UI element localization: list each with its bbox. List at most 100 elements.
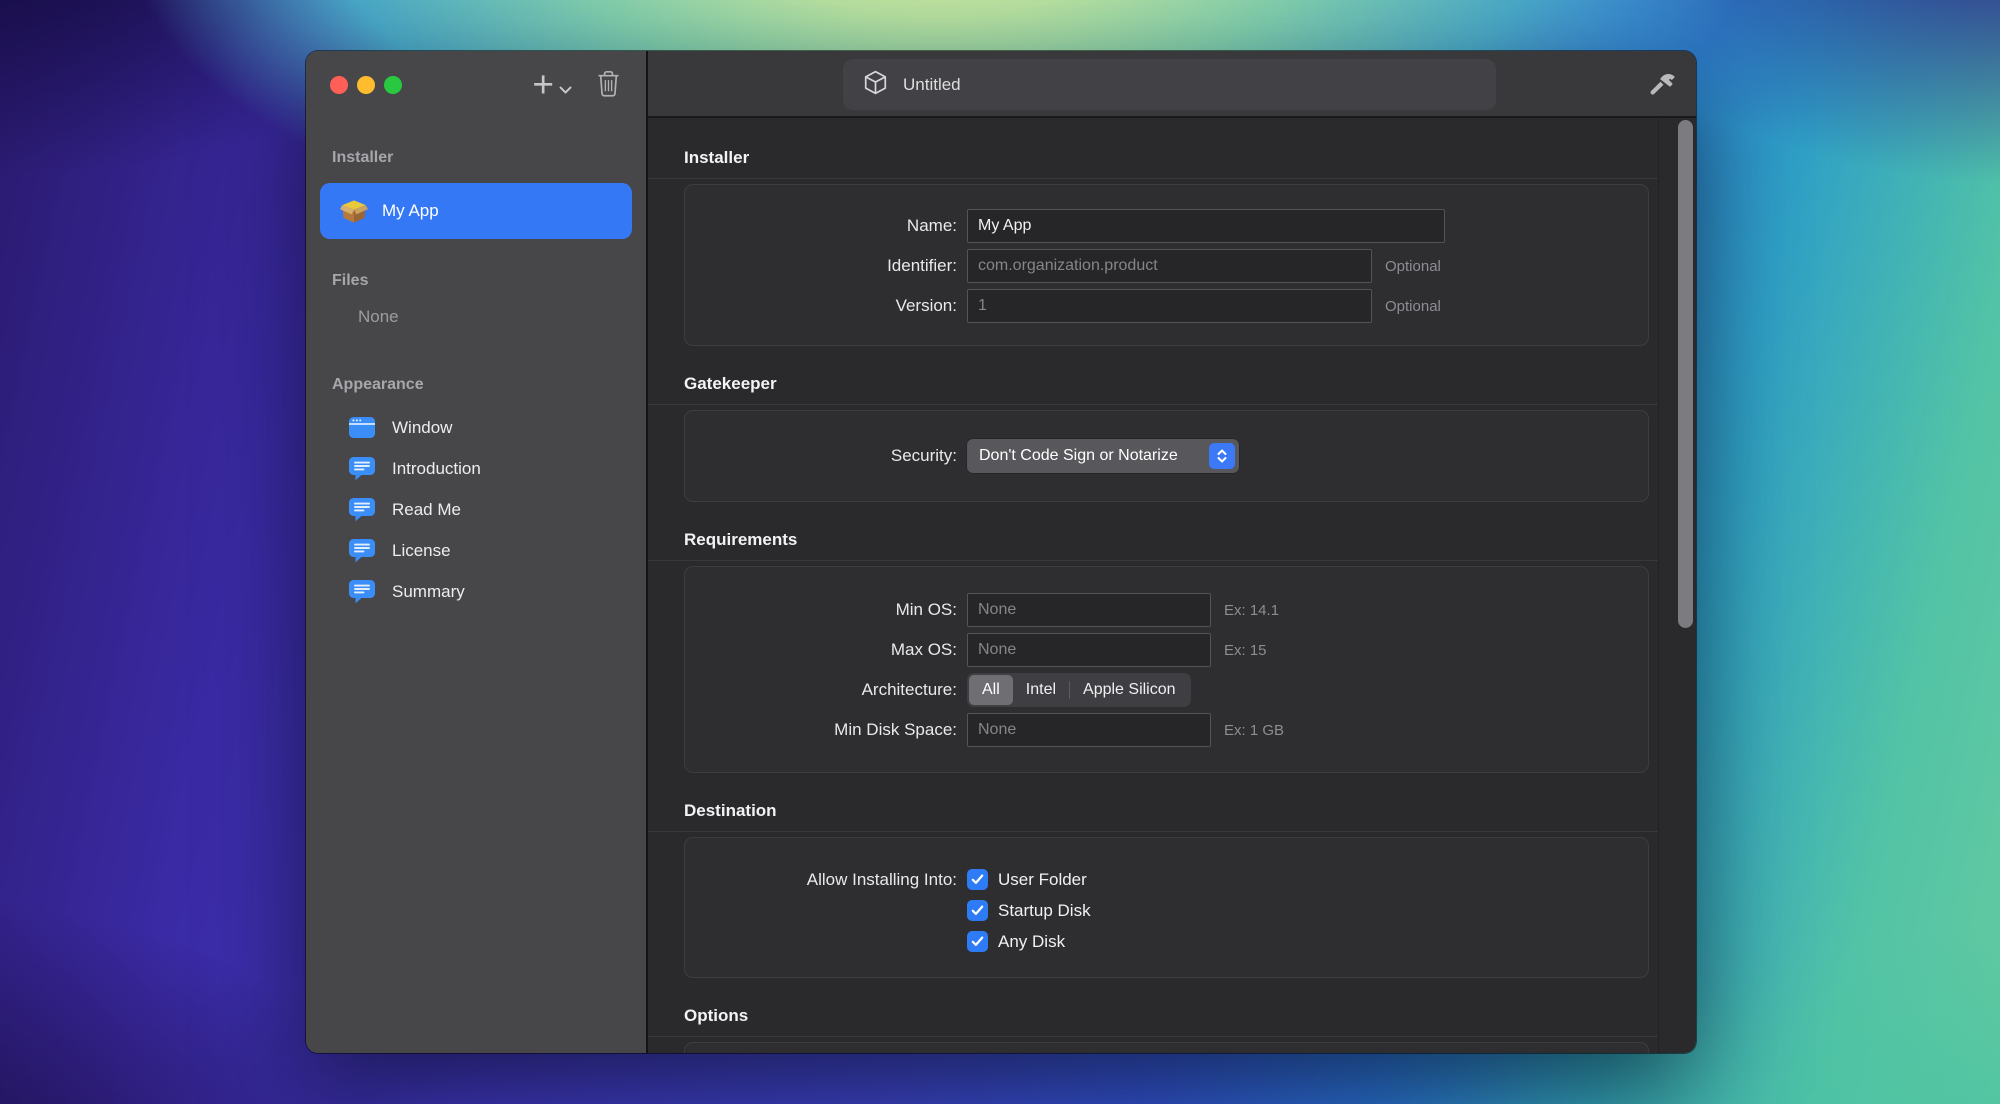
requirements-card: Min OS: Ex: 14.1 Max OS: Ex: 15	[684, 566, 1649, 773]
version-input[interactable]	[967, 289, 1372, 323]
plus-icon: +	[532, 71, 554, 99]
section-header-gatekeeper: Gatekeeper	[648, 346, 1658, 405]
sidebar-toolbar: +	[306, 51, 646, 118]
version-label: Version:	[685, 296, 957, 316]
any-disk-row: Any Disk	[685, 926, 1648, 957]
version-row: Version: Optional	[685, 286, 1648, 326]
user-folder-row: Allow Installing Into: User Folder	[685, 864, 1648, 895]
name-row: Name:	[685, 206, 1648, 246]
title-toolbar: Untitled	[648, 51, 1696, 118]
window-icon	[348, 416, 376, 439]
hammer-icon	[1645, 66, 1679, 103]
security-row: Security: Don't Code Sign or Notarize	[685, 438, 1648, 474]
document-title-field[interactable]: Untitled	[843, 59, 1496, 110]
sidebar-section-appearance-header: Appearance	[306, 375, 646, 395]
checkmark-icon	[971, 874, 984, 885]
popup-chevrons-icon	[1209, 443, 1235, 469]
sidebar-files-empty: None	[306, 307, 646, 329]
architecture-segmented-control: All Intel Apple Silicon	[967, 673, 1191, 707]
desktop-wallpaper: +	[0, 0, 2000, 1104]
traffic-lights	[330, 76, 402, 94]
user-folder-checkbox[interactable]	[967, 869, 988, 890]
package-cube-icon	[862, 69, 889, 101]
segment-all[interactable]: All	[969, 675, 1013, 705]
sidebar-section-installer-header: Installer	[306, 148, 646, 168]
sidebar-item-license[interactable]: License	[306, 530, 646, 571]
sidebar-item-window[interactable]: Window	[306, 407, 646, 448]
identifier-optional-note: Optional	[1385, 258, 1441, 275]
build-button[interactable]	[1642, 64, 1682, 104]
speech-bubble-icon	[348, 579, 376, 604]
sidebar-item-label: Read Me	[392, 500, 461, 520]
chevron-down-icon	[559, 82, 572, 97]
trash-icon	[596, 69, 621, 101]
min-disk-row: Min Disk Space: Ex: 1 GB	[685, 710, 1648, 750]
package-icon	[340, 194, 368, 229]
gatekeeper-card: Security: Don't Code Sign or Notarize	[684, 410, 1649, 502]
startup-disk-checkbox[interactable]	[967, 900, 988, 921]
main-panel: Untitled Installer Name:	[648, 51, 1696, 1053]
sidebar-item-my-app[interactable]: My App	[320, 183, 632, 239]
section-header-installer: Installer	[648, 118, 1658, 179]
sidebar-actions: +	[532, 69, 621, 101]
installer-card: Name: Identifier: Optional Version:	[684, 184, 1649, 346]
options-card	[684, 1042, 1649, 1053]
max-os-example: Ex: 15	[1224, 642, 1267, 659]
max-os-row: Max OS: Ex: 15	[685, 630, 1648, 670]
identifier-row: Identifier: Optional	[685, 246, 1648, 286]
add-item-button[interactable]: +	[532, 71, 572, 99]
scrollbar-thumb[interactable]	[1678, 120, 1693, 628]
min-disk-example: Ex: 1 GB	[1224, 722, 1284, 739]
sidebar: +	[306, 51, 648, 1053]
sidebar-item-label: Window	[392, 418, 452, 438]
settings-scroll-area: Installer Name: Identifier: Optional	[648, 118, 1696, 1053]
identifier-label: Identifier:	[685, 256, 957, 276]
delete-item-button[interactable]	[596, 69, 621, 101]
min-os-input[interactable]	[967, 593, 1211, 627]
startup-disk-row: Startup Disk	[685, 895, 1648, 926]
app-window: +	[306, 51, 1696, 1053]
min-disk-input[interactable]	[967, 713, 1211, 747]
close-window-button[interactable]	[330, 76, 348, 94]
security-label: Security:	[685, 446, 957, 466]
section-header-destination: Destination	[648, 773, 1658, 832]
sidebar-section-files-header: Files	[306, 271, 646, 291]
identifier-input[interactable]	[967, 249, 1372, 283]
name-input[interactable]	[967, 209, 1445, 243]
min-os-label: Min OS:	[685, 600, 957, 620]
name-label: Name:	[685, 216, 957, 236]
sidebar-item-label: License	[392, 541, 451, 561]
checkmark-icon	[971, 936, 984, 947]
sidebar-nav: Installer My App Files None	[306, 118, 646, 612]
sidebar-item-label: Summary	[392, 582, 465, 602]
section-header-requirements: Requirements	[648, 502, 1658, 561]
min-disk-label: Min Disk Space:	[685, 720, 957, 740]
min-os-example: Ex: 14.1	[1224, 602, 1279, 619]
any-disk-checkbox[interactable]	[967, 931, 988, 952]
speech-bubble-icon	[348, 456, 376, 481]
zoom-window-button[interactable]	[384, 76, 402, 94]
document-title: Untitled	[903, 75, 961, 95]
segment-apple-silicon[interactable]: Apple Silicon	[1070, 675, 1189, 705]
any-disk-label: Any Disk	[998, 932, 1065, 952]
checkmark-icon	[971, 905, 984, 916]
segment-intel[interactable]: Intel	[1013, 675, 1069, 705]
sidebar-item-summary[interactable]: Summary	[306, 571, 646, 612]
security-popup-button[interactable]: Don't Code Sign or Notarize	[967, 439, 1239, 473]
sidebar-item-read-me[interactable]: Read Me	[306, 489, 646, 530]
startup-disk-label: Startup Disk	[998, 901, 1091, 921]
user-folder-label: User Folder	[998, 870, 1087, 890]
sidebar-item-label: My App	[382, 201, 439, 221]
sidebar-item-introduction[interactable]: Introduction	[306, 448, 646, 489]
speech-bubble-icon	[348, 497, 376, 522]
destination-card: Allow Installing Into: User Folder	[684, 837, 1649, 978]
minimize-window-button[interactable]	[357, 76, 375, 94]
architecture-label: Architecture:	[685, 680, 957, 700]
min-os-row: Min OS: Ex: 14.1	[685, 590, 1648, 630]
allow-installing-label: Allow Installing Into:	[685, 870, 957, 890]
scrollbar-track[interactable]	[1658, 118, 1696, 1053]
sidebar-item-label: Introduction	[392, 459, 481, 479]
max-os-label: Max OS:	[685, 640, 957, 660]
max-os-input[interactable]	[967, 633, 1211, 667]
architecture-row: Architecture: All Intel Apple Silicon	[685, 670, 1648, 710]
